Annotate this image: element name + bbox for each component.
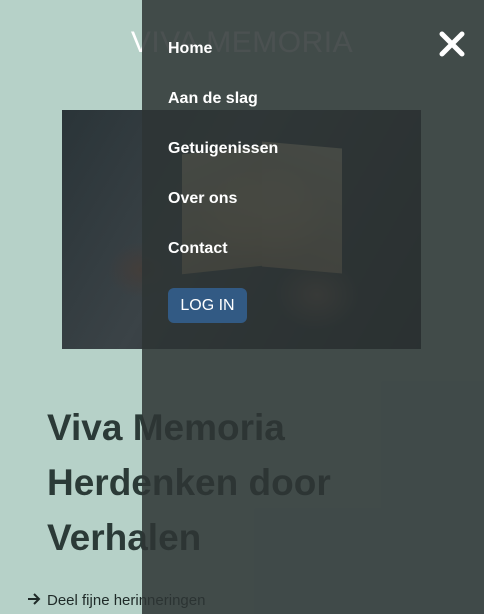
arrow-right-icon [27, 592, 41, 609]
login-button[interactable]: LOG IN [168, 288, 247, 323]
menu-item-contact[interactable]: Contact [168, 238, 278, 288]
menu-item-aan-de-slag[interactable]: Aan de slag [168, 88, 278, 138]
menu-item-home[interactable]: Home [168, 38, 278, 88]
menu-item-getuigenissen[interactable]: Getuigenissen [168, 138, 278, 188]
close-icon[interactable] [438, 30, 466, 58]
menu-item-over-ons[interactable]: Over ons [168, 188, 278, 238]
nav-menu: Home Aan de slag Getuigenissen Over ons … [168, 38, 278, 288]
